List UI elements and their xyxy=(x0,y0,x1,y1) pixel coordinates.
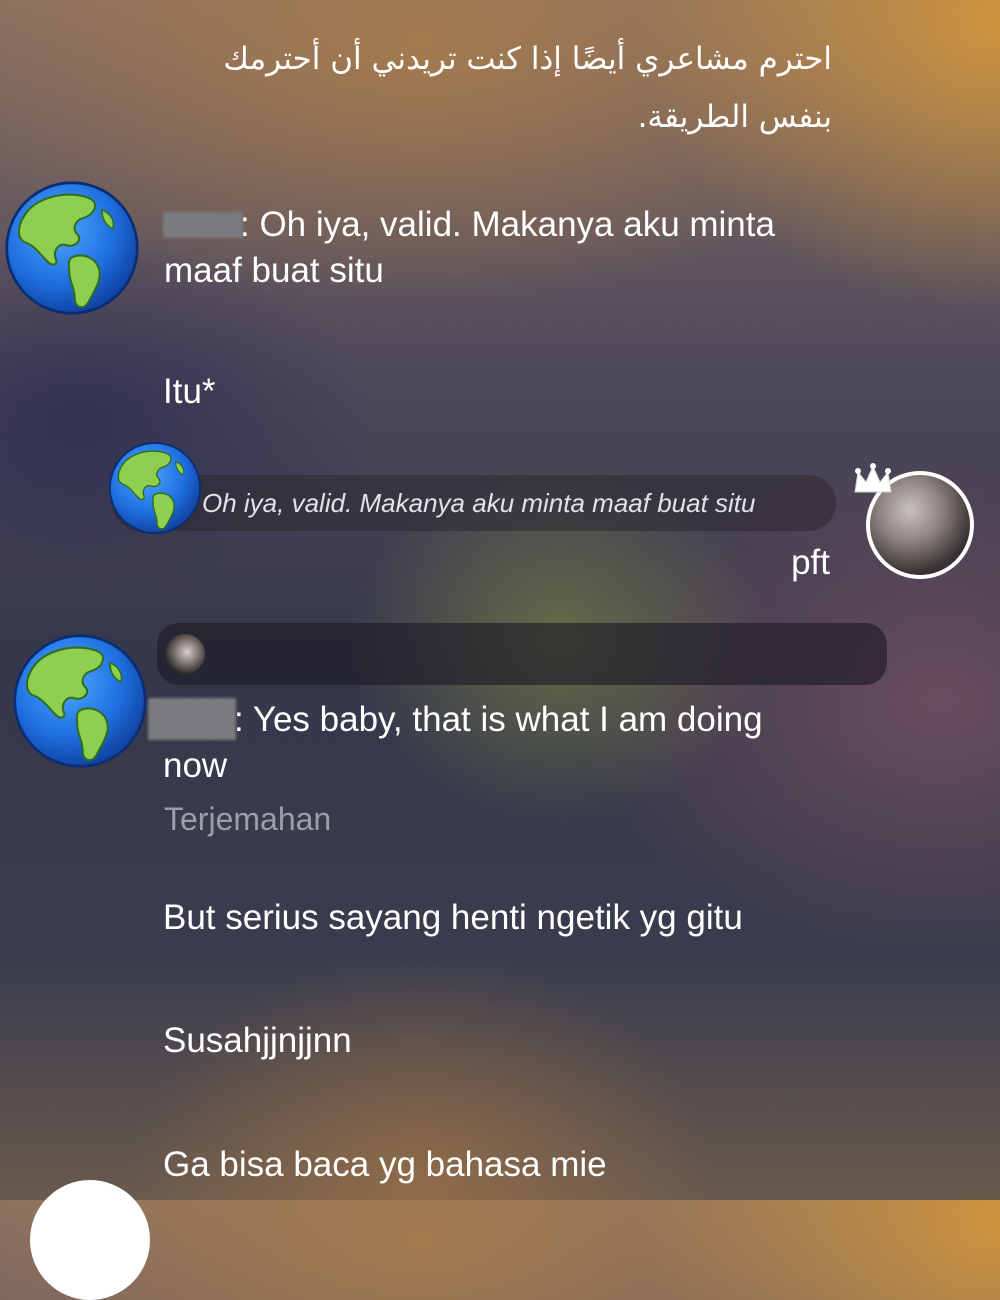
message-text: Ga bisa baca yg bahasa mie xyxy=(163,1145,607,1184)
message-arabic: احترم مشاعري أيضًا إذا كنت تريدني أن أحت… xyxy=(223,41,832,135)
translate-link[interactable]: Terjemahan xyxy=(164,799,331,839)
globe-americas-icon xyxy=(12,633,148,769)
quoted-message-text: Oh iya, valid. Makanya aku minta maaf bu… xyxy=(202,488,756,518)
redacted-username xyxy=(148,698,236,740)
message-text-line2: maaf buat situ xyxy=(164,251,384,290)
message-text: : Oh iya, valid. Makanya aku minta xyxy=(240,205,775,244)
media-thumbnail[interactable] xyxy=(165,634,205,674)
crown-icon xyxy=(854,463,892,493)
message-text: Itu* xyxy=(163,372,216,411)
message-text: Susahjjnjjnn xyxy=(163,1021,352,1060)
globe-americas-icon xyxy=(4,180,140,316)
partner-avatar[interactable] xyxy=(4,180,140,316)
message-text: : Yes baby, that is what I am doing xyxy=(234,700,763,739)
globe-americas-icon xyxy=(108,441,202,535)
message-text: But serius sayang henti ngetik yg gitu xyxy=(163,898,743,937)
message-text-line2: now xyxy=(163,746,228,785)
partner-avatar[interactable] xyxy=(12,633,148,769)
sent-message-text: pft xyxy=(791,543,830,582)
media-reply-bubble[interactable] xyxy=(157,623,887,685)
quoted-avatar xyxy=(108,441,202,535)
partial-avatar xyxy=(30,1180,150,1300)
redacted-username xyxy=(163,212,243,238)
